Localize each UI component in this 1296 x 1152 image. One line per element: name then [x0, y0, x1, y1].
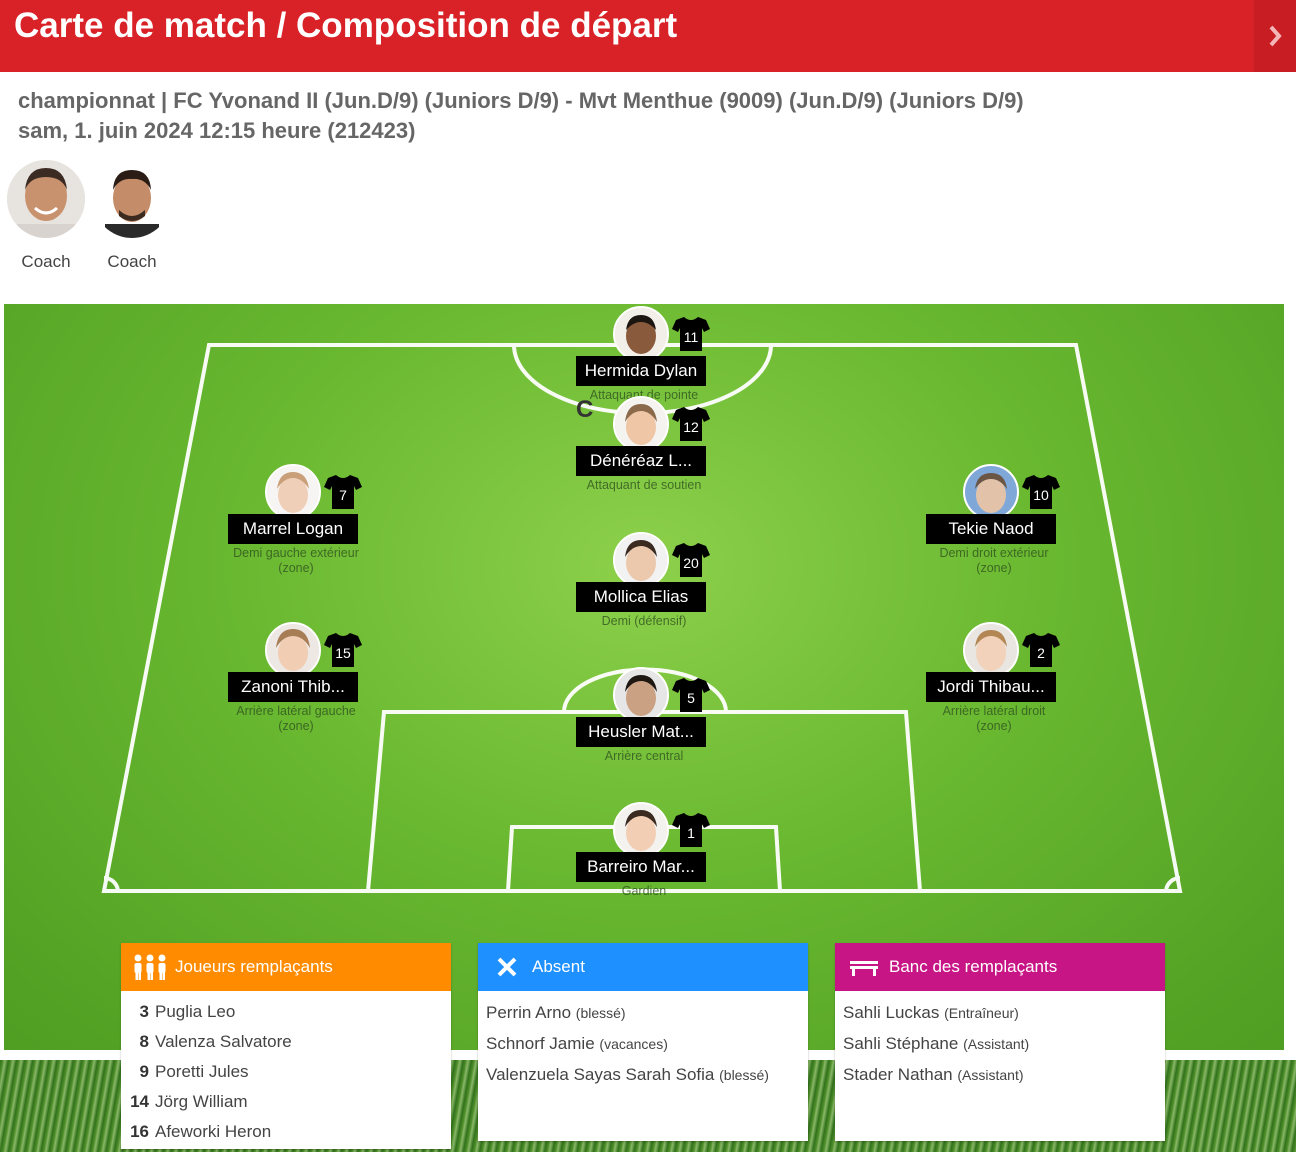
player-position: Demi (défensif) [601, 614, 687, 628]
player-avatar [613, 532, 669, 588]
page-title: Carte de match / Composition de départ [14, 6, 678, 45]
player-name: Dénéréaz L... [576, 446, 706, 476]
shirt-icon: 10 [1022, 474, 1060, 510]
player-position: Arrière latéral gauche (zone) [236, 704, 356, 733]
substitutes-panel: Joueurs remplaçants 3 Puglia Leo 8 Valenza… [121, 943, 451, 1149]
coach-label: Coach [107, 252, 157, 271]
player-avatar [963, 622, 1019, 678]
list-item[interactable]: Sahli Stéphane (Assistant) [843, 1028, 1157, 1059]
player-avatar [265, 622, 321, 678]
player-position: Attaquant de soutien [586, 478, 702, 492]
shirt-icon: 20 [672, 542, 710, 578]
player-avatar [613, 667, 669, 723]
coach-card[interactable]: Coach [6, 160, 86, 272]
player-position: Demi gauche extérieur (zone) [233, 546, 359, 575]
player-name: Jordi Thibau... [926, 672, 1056, 702]
list-item[interactable]: Perrin Arno (blessé) [486, 997, 800, 1028]
list-item[interactable]: 14 Jörg William [129, 1087, 443, 1117]
list-item[interactable]: Schnorf Jamie (vacances) [486, 1028, 800, 1059]
close-icon [490, 954, 524, 980]
player-avatar [613, 306, 669, 362]
shirt-number: 2 [1037, 645, 1045, 661]
shirt-icon: 5 [672, 677, 710, 713]
players-icon [133, 954, 167, 980]
match-info: championnat | FC Yvonand II (Jun.D/9) (J… [18, 88, 1024, 113]
list-item[interactable]: Valenzuela Sayas Sarah Sofia (blessé) [486, 1059, 800, 1090]
player-avatar [265, 464, 321, 520]
absent-panel: Absent Perrin Arno (blessé) Schnorf Jami… [478, 943, 808, 1141]
absent-title: Absent [532, 957, 585, 976]
player-position: Arrière latéral droit (zone) [942, 704, 1046, 733]
coach-label: Coach [21, 252, 71, 271]
coach-avatar [93, 160, 171, 238]
player-name: Tekie Naod [926, 514, 1056, 544]
absent-header: Absent [478, 943, 808, 991]
shirt-number: 10 [1033, 487, 1049, 503]
page-header: Carte de match / Composition de départ [0, 0, 1296, 72]
player-position: Arrière central [604, 749, 684, 763]
shirt-number: 5 [687, 690, 695, 706]
player-position: Gardien [621, 884, 667, 898]
next-button[interactable] [1254, 0, 1296, 72]
substitutes-header: Joueurs remplaçants [121, 943, 451, 991]
player-name: Hermida Dylan [576, 356, 706, 386]
player-name: Heusler Mat... [576, 717, 706, 747]
shirt-number: 7 [339, 487, 347, 503]
player-avatar [613, 802, 669, 858]
shirt-icon: 11 [672, 316, 710, 352]
bench-title: Banc des remplaçants [889, 957, 1058, 976]
shirt-number: 12 [683, 419, 699, 435]
list-item[interactable]: 9 Poretti Jules [129, 1057, 443, 1087]
coach-card[interactable]: Coach [92, 160, 172, 272]
bench-panel: Banc des remplaçants Sahli Luckas (Entra… [835, 943, 1165, 1141]
shirt-number: 15 [335, 645, 351, 661]
player-avatar [963, 464, 1019, 520]
list-item[interactable]: Sahli Luckas (Entraîneur) [843, 997, 1157, 1028]
shirt-icon: 12 [672, 406, 710, 442]
player-name: Barreiro Mar... [576, 852, 706, 882]
coach-avatar [7, 160, 85, 238]
player-name: Marrel Logan [228, 514, 358, 544]
player-name: Zanoni Thib... [228, 672, 358, 702]
shirt-number: 20 [683, 555, 699, 571]
shirt-icon: 7 [324, 474, 362, 510]
shirt-icon: 15 [324, 632, 362, 668]
chevron-right-icon [1269, 25, 1282, 47]
list-item[interactable]: 3 Puglia Leo [129, 997, 443, 1027]
shirt-icon: 1 [672, 812, 710, 848]
captain-badge: C [576, 396, 594, 423]
list-item[interactable]: Stader Nathan (Assistant) [843, 1059, 1157, 1090]
match-date: sam, 1. juin 2024 12:15 heure (212423) [18, 118, 416, 143]
player-name: Mollica Elias [576, 582, 706, 612]
bench-icon [847, 954, 881, 980]
shirt-icon: 2 [1022, 632, 1060, 668]
list-item[interactable]: 16 Afeworki Heron [129, 1117, 443, 1147]
list-item[interactable]: 8 Valenza Salvatore [129, 1027, 443, 1057]
player-avatar [613, 396, 669, 452]
shirt-number: 11 [683, 329, 699, 345]
football-pitch: 11 Hermida Dylan Attaquant de pointe C 1… [4, 304, 1284, 1050]
bench-header: Banc des remplaçants [835, 943, 1165, 991]
substitutes-title: Joueurs remplaçants [175, 957, 333, 976]
shirt-number: 1 [687, 825, 695, 841]
player-position: Demi droit extérieur (zone) [939, 546, 1049, 575]
